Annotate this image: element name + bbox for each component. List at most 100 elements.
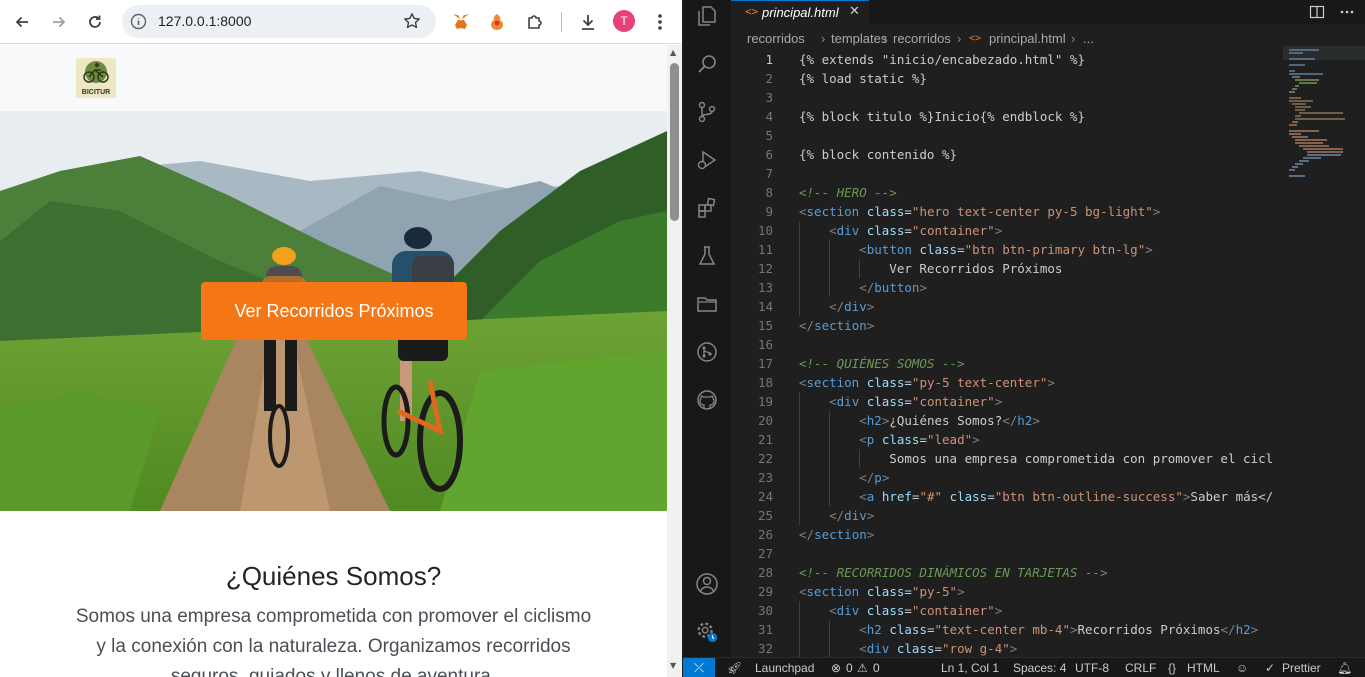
indent-guide [829,620,831,639]
line-number: 28 [757,565,773,580]
forward-button[interactable] [45,8,73,36]
code-line[interactable]: 23 </p> [731,468,1365,487]
end-of-line[interactable]: CRLF [1125,661,1156,675]
code-line[interactable]: 26 </section> [731,525,1365,544]
logo-brand-text: BICITUR [81,89,111,96]
search-icon[interactable] [695,52,719,76]
code-line[interactable]: 21 <p class="lead"> [731,430,1365,449]
code-line[interactable]: 14 </div> [731,297,1365,316]
tab-principal-html[interactable]: <> principal.html ✕ [731,0,869,24]
extensions-puzzle-icon[interactable] [524,11,546,33]
code-line[interactable]: 5 [731,126,1365,145]
bookmark-star-icon[interactable] [403,12,421,30]
split-editor-icon[interactable] [1309,4,1325,20]
code-line[interactable]: 12 Ver Recorridos Próximos [731,259,1365,278]
metamask-extension-icon[interactable] [450,11,472,33]
warning-icon[interactable]: ⚠ [857,661,868,675]
formatter-label[interactable]: Prettier [1282,661,1321,675]
site-info-icon[interactable] [130,13,147,30]
code-line[interactable]: 3 [731,88,1365,107]
braces-icon[interactable]: {} [1168,661,1176,675]
line-number: 5 [765,128,773,143]
breadcrumb-item[interactable]: principal.html [989,31,1066,46]
code-text: </button> [859,280,927,295]
code-line[interactable]: 11 <button class="btn btn-primary btn-lg… [731,240,1365,259]
launchpad-label[interactable]: Launchpad [755,661,814,675]
code-line[interactable]: 28 <!-- RECORRIDOS DINÁMICOS EN TARJETAS … [731,563,1365,582]
warning-count[interactable]: 0 [873,661,880,675]
code-line[interactable]: 2 {% load static %} [731,69,1365,88]
launchpad-rocket-icon[interactable]: 🚀︎ [727,661,742,675]
minimap[interactable] [1283,46,1365,186]
code-editor[interactable]: 1 {% extends "inicio/encabezado.html" %} 2… [731,50,1365,657]
indent-guide [829,487,831,506]
reload-button[interactable] [81,8,109,36]
browser-menu-icon[interactable] [649,11,671,33]
remote-indicator-icon[interactable]: ⤫ [683,658,715,677]
code-line[interactable]: 32 <div class="row g-4"> [731,639,1365,657]
code-line[interactable]: 20 <h2>¿Quiénes Somos?</h2> [731,411,1365,430]
notifications-bell-icon[interactable]: 🔔︎ [1337,661,1352,675]
about-title: ¿Quiénes Somos? [225,561,442,591]
code-line[interactable]: 13 </button> [731,278,1365,297]
code-line[interactable]: 24 <a href="#" class="btn btn-outline-su… [731,487,1365,506]
breadcrumb-item[interactable]: recorridos [893,31,951,46]
source-control-icon[interactable] [695,100,719,124]
back-button[interactable] [8,8,36,36]
code-line[interactable]: 8 <!-- HERO --> [731,183,1365,202]
copilot-icon[interactable]: ☺ [1236,661,1248,675]
site-logo[interactable]: BICITUR [76,58,116,98]
ver-recorridos-button[interactable]: Ver Recorridos Próximos [201,282,467,340]
scroll-down-arrow-icon[interactable]: ▼ [670,661,676,670]
code-line[interactable]: 7 [731,164,1365,183]
explorer-icon[interactable] [695,4,719,28]
testing-flask-icon[interactable] [695,244,719,268]
accounts-icon[interactable] [695,572,719,596]
encoding[interactable]: UTF-8 [1075,661,1109,675]
downloads-icon[interactable] [577,11,599,33]
code-text: Somos una empresa comprometida con promo… [799,451,1274,466]
code-line[interactable]: 19 <div class="container"> [731,392,1365,411]
error-icon[interactable]: ⊗ [831,661,841,675]
scroll-up-arrow-icon[interactable]: ▲ [670,48,676,57]
code-line[interactable]: 30 <div class="container"> [731,601,1365,620]
code-line[interactable]: 6 {% block contenido %} [731,145,1365,164]
address-bar[interactable]: 127.0.0.1:8000 [122,5,436,38]
code-line[interactable]: 1 {% extends "inicio/encabezado.html" %} [731,50,1365,69]
folder-icon[interactable] [695,292,719,316]
code-line[interactable]: 15 </section> [731,316,1365,335]
code-line[interactable]: 25 </div> [731,506,1365,525]
code-line[interactable]: 9 <section class="hero text-center py-5 b… [731,202,1365,221]
code-line[interactable]: 17 <!-- QUIÉNES SOMOS --> [731,354,1365,373]
browser-toolbar: 127.0.0.1:8000 T [0,0,682,44]
breadcrumb-item[interactable]: recorridos [747,31,805,46]
code-line[interactable]: 16 [731,335,1365,354]
indent-guide [799,468,800,487]
code-line[interactable]: 22 Somos una empresa comprometida con pr… [731,449,1365,468]
github-icon[interactable] [695,388,719,412]
code-text: </div> [829,299,875,314]
breadcrumb-item[interactable]: templates [831,31,887,46]
extensions-icon[interactable] [695,196,719,220]
profile-avatar[interactable]: T [613,10,635,32]
scrollbar-thumb[interactable] [670,63,679,221]
code-line[interactable]: 18 <section class="py-5 text-center"> [731,373,1365,392]
code-line[interactable]: 27 [731,544,1365,563]
error-count[interactable]: 0 [846,661,853,675]
back-arrow-icon [15,16,28,28]
pull-requests-icon[interactable] [695,340,719,364]
run-debug-icon[interactable] [695,148,719,172]
language-mode[interactable]: HTML [1187,661,1220,675]
code-line[interactable]: 10 <div class="container"> [731,221,1365,240]
cursor-position[interactable]: Ln 1, Col 1 [941,661,999,675]
manage-gear-icon[interactable] [695,620,719,644]
code-line[interactable]: 29 <section class="py-5"> [731,582,1365,601]
breadcrumb-item[interactable]: ... [1083,31,1094,46]
code-line[interactable]: 4 {% block titulo %}Inicio{% endblock %} [731,107,1365,126]
page-scrollbar[interactable]: ▲ ▼ [667,45,682,677]
indentation[interactable]: Spaces: 4 [1013,661,1066,675]
more-actions-icon[interactable] [1339,4,1355,20]
fox-extension-icon[interactable] [486,11,508,33]
code-line[interactable]: 31 <h2 class="text-center mb-4">Recorrid… [731,620,1365,639]
close-tab-icon[interactable]: ✕ [849,4,860,19]
